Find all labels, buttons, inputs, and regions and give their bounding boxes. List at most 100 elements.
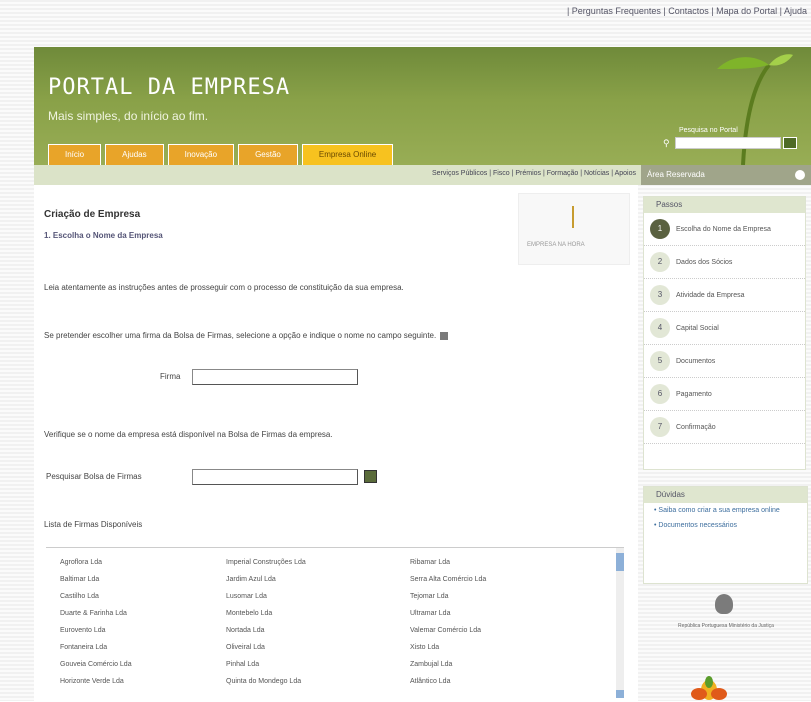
search-label: Pesquisa no Portal: [679, 127, 738, 134]
step-label: Capital Social: [676, 324, 719, 332]
step-label: Atividade da Empresa: [676, 291, 745, 299]
step-label: Dados dos Sócios: [676, 258, 733, 266]
list-item[interactable]: Lusomar Lda: [226, 588, 306, 605]
tip-text-label: Se pretender escolher uma firma da Bolsa…: [44, 331, 437, 340]
tab-ajudas[interactable]: Ajudas: [105, 144, 164, 165]
help-icon[interactable]: [440, 331, 449, 340]
page-title: Criação de Empresa: [44, 209, 141, 220]
list-item[interactable]: Nortada Lda: [226, 622, 306, 639]
tab-empresa-online[interactable]: Empresa Online: [301, 144, 394, 165]
step-item[interactable]: 6 Pagamento: [644, 378, 805, 411]
list-item[interactable]: Baltimar Lda: [60, 571, 132, 588]
list-item[interactable]: Montebelo Lda: [226, 605, 306, 622]
sub-navigation: Serviços Públicos | Fisco | Prémios | Fo…: [34, 165, 811, 185]
reserved-area-button[interactable]: Área Reservada: [641, 165, 811, 185]
list-item[interactable]: Zambujal Lda: [410, 656, 486, 673]
logo-mark-icon: [572, 206, 574, 228]
doubts-title: Dúvidas: [644, 487, 807, 503]
list-title: Lista de Firmas Disponíveis: [44, 520, 143, 529]
list-item[interactable]: Jardim Azul Lda: [226, 571, 306, 588]
firma-input[interactable]: [192, 369, 358, 385]
step-number: 2: [650, 252, 670, 272]
search-go-button[interactable]: [783, 137, 797, 149]
step-item[interactable]: 1 Escolha do Nome da Empresa: [644, 213, 805, 246]
doubts-panel: Dúvidas • Saiba como criar a sua empresa…: [643, 486, 808, 584]
site-header: PORTAL DA EMPRESA Mais simples, do iníci…: [34, 47, 811, 165]
tab-gestao[interactable]: Gestão: [238, 144, 298, 165]
doubt-link[interactable]: • Documentos necessários: [644, 518, 807, 533]
list-item[interactable]: Duarte & Farinha Lda: [60, 605, 132, 622]
subnav-links[interactable]: Serviços Públicos | Fisco | Prémios | Fo…: [432, 170, 636, 177]
step-item[interactable]: 7 Confirmação: [644, 411, 805, 444]
firms-col-1: Agroflora Lda Baltimar Lda Castilho Lda …: [60, 554, 132, 690]
list-item[interactable]: Castilho Lda: [60, 588, 132, 605]
seal-caption: República Portuguesa Ministério da Justi…: [678, 623, 774, 629]
list-item[interactable]: Quinta do Mondego Lda: [226, 673, 306, 690]
portal-subtitle: Mais simples, do início ao fim.: [48, 109, 209, 123]
sidebar: Passos 1 Escolha do Nome da Empresa 2 Dado…: [643, 196, 808, 701]
step-number: 7: [650, 417, 670, 437]
step-item[interactable]: 5 Documentos: [644, 345, 805, 378]
list-item[interactable]: Serra Alta Comércio Lda: [410, 571, 486, 588]
step-item[interactable]: 4 Capital Social: [644, 312, 805, 345]
step-number: 6: [650, 384, 670, 404]
list-item[interactable]: Pinhal Lda: [226, 656, 306, 673]
search-box: Pesquisa no Portal ⚲: [663, 127, 803, 149]
logo-caption: EMPRESA NA HORA: [527, 242, 585, 248]
list-item[interactable]: Fontaneira Lda: [60, 639, 132, 656]
doubt-link[interactable]: • Saiba como criar a sua empresa online: [644, 503, 807, 518]
doubt-link-label: Documentos necessários: [658, 522, 737, 529]
list-item[interactable]: Xisto Lda: [410, 639, 486, 656]
step-number: 3: [650, 285, 670, 305]
list-item[interactable]: Ribamar Lda: [410, 554, 486, 571]
link-sitemap[interactable]: Mapa do Portal: [716, 6, 777, 16]
step-subtitle: 1. Escolha o Nome da Empresa: [44, 231, 163, 240]
firms-listbox[interactable]: Agroflora Lda Baltimar Lda Castilho Lda …: [46, 547, 624, 698]
scroll-down-icon[interactable]: [616, 690, 624, 698]
bolsa-search-button[interactable]: [364, 470, 377, 483]
main-content: Criação de Empresa 1. Escolha o Nome da …: [34, 185, 638, 701]
government-seal[interactable]: República Portuguesa Ministério da Justi…: [653, 594, 799, 646]
doubt-link-label: Saiba como criar a sua empresa online: [658, 507, 780, 514]
coat-of-arms-icon: [715, 594, 733, 614]
empresa-na-hora-logo: EMPRESA NA HORA: [518, 193, 630, 265]
step-label: Escolha do Nome da Empresa: [676, 225, 771, 233]
list-item[interactable]: Valemar Comércio Lda: [410, 622, 486, 639]
step-item[interactable]: 2 Dados dos Sócios: [644, 246, 805, 279]
step-label: Documentos: [676, 357, 716, 365]
scrollbar-thumb[interactable]: [616, 553, 624, 571]
step-number: 1: [650, 219, 670, 239]
step-item[interactable]: 3 Atividade da Empresa: [644, 279, 805, 312]
tab-inovacao[interactable]: Inovação: [167, 144, 235, 165]
list-item[interactable]: Gouveia Comércio Lda: [60, 656, 132, 673]
step-label: Confirmação: [676, 423, 716, 431]
list-item[interactable]: Oliveiral Lda: [226, 639, 306, 656]
portal-title[interactable]: PORTAL DA EMPRESA: [48, 75, 290, 100]
search-input[interactable]: [675, 137, 781, 149]
tab-inicio[interactable]: Início: [48, 144, 102, 165]
bolsa-input[interactable]: [192, 469, 358, 485]
steps-panel: Passos 1 Escolha do Nome da Empresa 2 Dado…: [643, 196, 806, 470]
firms-col-2: Imperial Construções Lda Jardim Azul Lda…: [226, 554, 306, 690]
link-help[interactable]: Ajuda: [784, 6, 807, 16]
list-item[interactable]: Atlântico Lda: [410, 673, 486, 690]
tip-text: Se pretender escolher uma firma da Bolsa…: [44, 331, 449, 340]
firma-label: Firma: [160, 372, 181, 381]
link-contacts[interactable]: Contactos: [668, 6, 709, 16]
bolsa-label: Pesquisar Bolsa de Firmas: [46, 472, 142, 481]
firms-col-3: Ribamar Lda Serra Alta Comércio Lda Tejo…: [410, 554, 486, 690]
list-item[interactable]: Imperial Construções Lda: [226, 554, 306, 571]
list-item[interactable]: Agroflora Lda: [60, 554, 132, 571]
step-number: 5: [650, 351, 670, 371]
list-scrollbar[interactable]: [616, 548, 624, 698]
steps-title: Passos: [644, 197, 805, 213]
step-label: Pagamento: [676, 390, 712, 398]
list-item[interactable]: Eurovento Lda: [60, 622, 132, 639]
list-item[interactable]: Tejomar Lda: [410, 588, 486, 605]
link-faq[interactable]: Perguntas Frequentes: [572, 6, 661, 16]
list-item[interactable]: Ultramar Lda: [410, 605, 486, 622]
search-icon: ⚲: [663, 137, 670, 148]
flower-logo-icon: [691, 676, 727, 700]
page: | Perguntas Frequentes | Contactos | Map…: [0, 0, 811, 701]
list-item[interactable]: Horizonte Verde Lda: [60, 673, 132, 690]
